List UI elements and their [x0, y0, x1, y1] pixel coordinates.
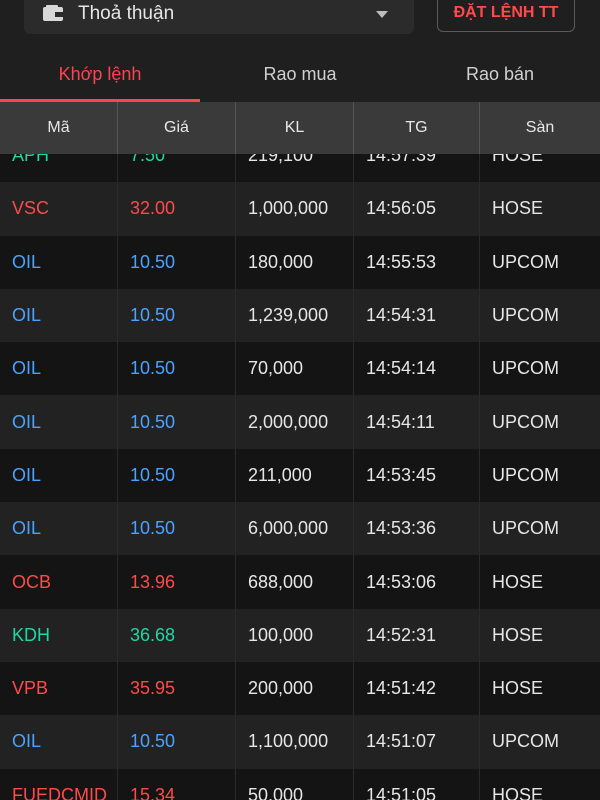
time-cell: 14:57:39 — [354, 154, 480, 183]
exchange-cell: UPCOM — [492, 305, 559, 326]
table-rows: APH 7.50 219,100 14:57:39 HOSE VSC 32.00 1,000,… — [0, 154, 600, 800]
time-cell: 14:51:07 — [354, 715, 480, 769]
exchange-cell: HOSE — [492, 678, 544, 699]
price-cell: 10.50 — [118, 235, 236, 289]
exchange-cell: UPCOM — [492, 518, 559, 539]
time-cell: 14:53:45 — [354, 448, 480, 503]
symbol-cell: OCB — [0, 555, 118, 609]
tab-matched[interactable]: Khớp lệnh — [0, 46, 200, 102]
table-row[interactable]: FUEDCMID 15.34 50,000 14:51:05 HOSE — [0, 768, 600, 800]
table-row[interactable]: OIL 10.50 211,000 14:53:45 UPCOM — [0, 448, 600, 503]
volume-cell: 70,000 — [236, 342, 354, 396]
symbol-cell: VPB — [0, 661, 118, 716]
volume-cell: 2,000,000 — [236, 395, 354, 449]
volume-cell: 6,000,000 — [236, 502, 354, 556]
volume-cell: 219,100 — [236, 154, 354, 183]
price-cell: 10.50 — [118, 715, 236, 769]
symbol-cell: OIL — [0, 502, 118, 556]
volume-cell: 688,000 — [236, 555, 354, 609]
exchange-cell: HOSE — [492, 198, 544, 219]
table-header: Mã Giá KL TG Sàn — [0, 102, 600, 154]
time-cell: 14:51:05 — [354, 768, 480, 800]
time-cell: 14:54:31 — [354, 288, 480, 343]
exchange-cell: UPCOM — [492, 251, 559, 272]
top-bar: Thoả thuận ĐẶT LỆNH TT — [0, 0, 600, 46]
price-cell: 10.50 — [118, 342, 236, 396]
price-cell: 36.68 — [118, 608, 236, 662]
price-cell: 10.50 — [118, 395, 236, 449]
table-row[interactable]: APH 7.50 219,100 14:57:39 HOSE — [0, 154, 600, 183]
symbol-cell: OIL — [0, 395, 118, 449]
volume-cell: 180,000 — [236, 235, 354, 289]
price-cell: 13.96 — [118, 555, 236, 609]
exchange-cell: HOSE — [492, 571, 544, 592]
price-cell: 7.50 — [118, 154, 236, 183]
price-cell: 10.50 — [118, 448, 236, 503]
price-cell: 15.34 — [118, 768, 236, 800]
tab-buy-offers[interactable]: Rao mua — [200, 46, 400, 102]
volume-cell: 211,000 — [236, 448, 354, 503]
volume-cell: 100,000 — [236, 608, 354, 662]
table-row[interactable]: KDH 36.68 100,000 14:52:31 HOSE — [0, 608, 600, 662]
table-row[interactable]: OIL 10.50 1,100,000 14:51:07 UPCOM — [0, 715, 600, 769]
tab-bar: Khớp lệnh Rao mua Rao bán — [0, 46, 600, 102]
table-row[interactable]: VSC 32.00 1,000,000 14:56:05 HOSE — [0, 182, 600, 236]
time-cell: 14:54:11 — [354, 395, 480, 449]
column-header-exchange[interactable]: Sàn — [480, 102, 600, 154]
dropdown-label: Thoả thuận — [78, 3, 175, 24]
volume-cell: 50,000 — [236, 768, 354, 800]
price-cell: 10.50 — [118, 288, 236, 343]
symbol-cell: VSC — [0, 182, 118, 236]
symbol-cell: APH — [0, 154, 118, 183]
time-cell: 14:53:36 — [354, 502, 480, 556]
table-row[interactable]: OIL 10.50 1,239,000 14:54:31 UPCOM — [0, 288, 600, 343]
symbol-cell: OIL — [0, 235, 118, 289]
table-row[interactable]: OIL 10.50 2,000,000 14:54:11 UPCOM — [0, 395, 600, 449]
chevron-down-icon — [376, 10, 388, 18]
symbol-cell: OIL — [0, 715, 118, 769]
exchange-cell: UPCOM — [492, 464, 559, 485]
column-header-volume[interactable]: KL — [236, 102, 354, 154]
column-header-price[interactable]: Giá — [118, 102, 236, 154]
time-cell: 14:56:05 — [354, 182, 480, 236]
exchange-cell: UPCOM — [492, 358, 559, 379]
table-row[interactable]: OIL 10.50 70,000 14:54:14 UPCOM — [0, 342, 600, 396]
table-row[interactable]: OCB 13.96 688,000 14:53:06 HOSE — [0, 555, 600, 609]
symbol-cell: OIL — [0, 448, 118, 503]
trade-table[interactable]: APH 7.50 219,100 14:57:39 HOSE VSC 32.00 1,000,… — [0, 154, 600, 800]
exchange-cell: HOSE — [492, 154, 544, 166]
time-cell: 14:51:42 — [354, 661, 480, 716]
place-order-button[interactable]: ĐẶT LỆNH TT — [437, 0, 575, 32]
volume-cell: 1,100,000 — [236, 715, 354, 769]
symbol-cell: KDH — [0, 608, 118, 662]
table-row[interactable]: OIL 10.50 6,000,000 14:53:36 UPCOM — [0, 502, 600, 556]
volume-cell: 1,239,000 — [236, 288, 354, 343]
tab-sell-offers[interactable]: Rao bán — [400, 46, 600, 102]
wallet-icon — [43, 5, 63, 21]
exchange-cell: HOSE — [492, 624, 544, 645]
exchange-cell: UPCOM — [492, 731, 559, 752]
time-cell: 14:53:06 — [354, 555, 480, 609]
column-header-time[interactable]: TG — [354, 102, 480, 154]
table-row[interactable]: VPB 35.95 200,000 14:51:42 HOSE — [0, 661, 600, 716]
table-row[interactable]: OIL 10.50 180,000 14:55:53 UPCOM — [0, 235, 600, 289]
price-cell: 10.50 — [118, 502, 236, 556]
exchange-cell: HOSE — [492, 784, 544, 800]
symbol-cell: OIL — [0, 342, 118, 396]
volume-cell: 1,000,000 — [236, 182, 354, 236]
time-cell: 14:54:14 — [354, 342, 480, 396]
time-cell: 14:52:31 — [354, 608, 480, 662]
price-cell: 32.00 — [118, 182, 236, 236]
price-cell: 35.95 — [118, 661, 236, 716]
time-cell: 14:55:53 — [354, 235, 480, 289]
trade-type-dropdown[interactable]: Thoả thuận — [24, 0, 414, 34]
symbol-cell: FUEDCMID — [0, 768, 118, 800]
symbol-cell: OIL — [0, 288, 118, 343]
column-header-symbol[interactable]: Mã — [0, 102, 118, 154]
exchange-cell: UPCOM — [492, 411, 559, 432]
volume-cell: 200,000 — [236, 661, 354, 716]
